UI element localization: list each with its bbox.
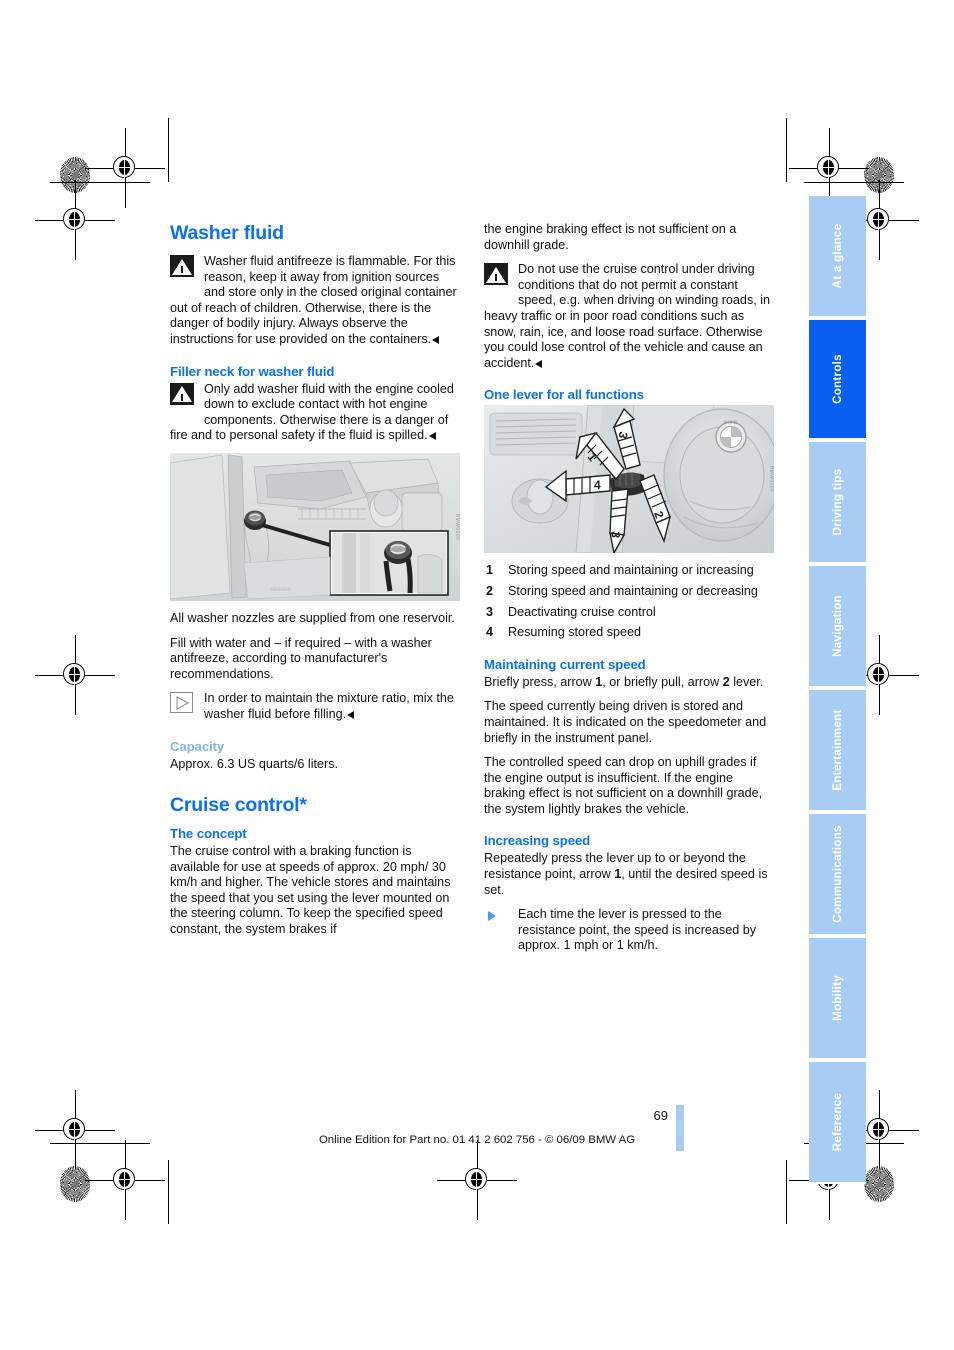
page-number: 69 [653, 1108, 668, 1123]
text-run: , or briefly pull, arrow [602, 674, 723, 689]
tab-reference[interactable]: Reference [809, 1062, 866, 1184]
note-end-marker [347, 710, 355, 719]
registration-rule-top-left [50, 182, 150, 183]
lever-legend-list: 1 Storing speed and maintaining or incre… [484, 563, 774, 640]
tab-label: Entertainment [831, 709, 844, 791]
warning-note-text: Do not use the cruise control under driv… [484, 262, 771, 370]
tab-at-a-glance[interactable]: At a glance [809, 196, 866, 318]
registration-rule-vert-left [168, 118, 169, 182]
warning-triangle-icon [170, 255, 194, 277]
registration-crosshair-upper-left [35, 180, 115, 260]
figure-engine-bay-filler-neck: 00000000 BMW0000 [170, 452, 460, 601]
note-end-marker [535, 359, 543, 368]
tab-label: Controls [831, 354, 844, 404]
warning-triangle-icon [484, 263, 508, 286]
registration-crosshair-bottom-left [85, 1140, 165, 1220]
heading-capacity: Capacity [170, 738, 225, 754]
increasing-speed-tip-list: Each time the lever is pressed to the re… [484, 907, 774, 954]
figure-cruise-control-lever: B M W 1 3 4 2 3 BMW0000 [484, 405, 774, 554]
tip-list-text: Each time the lever is pressed to the re… [518, 907, 757, 953]
paragraph-continuation: the engine braking effect is not suffici… [484, 222, 737, 252]
registration-rule-vert-right-bottom [786, 1160, 787, 1224]
registration-crosshair-mid-left [35, 635, 115, 715]
paragraph-capacity-value: Approx. 6.3 US quarts/6 liters. [170, 756, 338, 771]
page-title: Washer fluid [170, 222, 284, 244]
tab-mobility[interactable]: Mobility [809, 938, 866, 1060]
text-run: Briefly press, arrow [484, 674, 596, 689]
paragraph-maintaining-1: Briefly press, arrow 1, or briefly pull,… [484, 675, 774, 691]
tab-label: Driving tips [831, 468, 844, 536]
note-end-marker [432, 335, 440, 344]
legend-text: Storing speed and maintaining or increas… [508, 563, 754, 578]
tab-label: Navigation [831, 595, 844, 657]
figure-id-code: BMW0000 [767, 466, 774, 493]
legend-item: 3 Deactivating cruise control [484, 605, 774, 621]
triangle-bullet-icon [488, 911, 496, 922]
registration-rule-top-right [804, 182, 904, 183]
legend-number: 3 [486, 604, 494, 619]
svg-text:B M W: B M W [724, 420, 737, 425]
tip-triangle-icon [170, 692, 194, 714]
text-run: lever. [729, 674, 764, 689]
paragraph-increasing-1: Repeatedly press the lever up to or beyo… [484, 851, 774, 898]
registration-crosshair-bottom-center [437, 1140, 517, 1220]
warning-note-filler-neck: Only add washer fluid with the engine co… [170, 382, 460, 444]
footer-edition-note: Online Edition for Part no. 01 41 2 602 … [318, 1134, 636, 1146]
paragraph-fill: Fill with water and – if required – with… [170, 635, 432, 681]
right-text-column: the engine braking effect is not suffici… [484, 222, 774, 954]
legend-item: 2 Storing speed and maintaining or decre… [484, 584, 774, 600]
registration-star-bottom-right [864, 1166, 894, 1202]
legend-number: 4 [486, 625, 494, 640]
legend-text: Storing speed and maintaining or decreas… [508, 583, 758, 598]
figure-id-code: BMW0000 [453, 513, 460, 541]
tab-navigation[interactable]: Navigation [809, 566, 866, 688]
registration-star-bottom-left [60, 1166, 90, 1202]
arrow-ref-2: 2 [722, 674, 730, 689]
warning-note-text: Washer fluid antifreeze is flammable. Fo… [170, 254, 457, 346]
legend-text: Deactivating cruise control [508, 604, 656, 619]
heading-maintaining-speed: Maintaining current speed [484, 656, 646, 672]
warning-note-cruise-conditions: Do not use the cruise control under driv… [484, 262, 774, 371]
tab-label: At a glance [831, 223, 844, 289]
heading-filler-neck: Filler neck for washer fluid [170, 363, 335, 379]
tab-entertainment[interactable]: Entertainment [809, 690, 866, 812]
tip-list-item: Each time the lever is pressed to the re… [484, 907, 774, 954]
tab-controls[interactable]: Controls [809, 320, 866, 440]
heading-the-concept: The concept [170, 826, 247, 842]
manual-page: Washer fluid Washer fluid antifreeze is … [0, 0, 954, 1350]
paragraph-reservoir: All washer nozzles are supplied from one… [170, 610, 455, 625]
paragraph-concept: The cruise control with a braking functi… [170, 844, 451, 937]
heading-increasing-speed: Increasing speed [484, 833, 591, 849]
legend-item: 4 Resuming stored speed [484, 625, 774, 641]
registration-rule-vert-left-bottom [168, 1160, 169, 1224]
legend-text: Resuming stored speed [508, 625, 642, 640]
svg-text:4: 4 [594, 478, 601, 492]
legend-number: 2 [486, 583, 494, 598]
heading-one-lever: One lever for all functions [484, 387, 644, 403]
warning-triangle-icon [170, 382, 194, 405]
tab-driving-tips[interactable]: Driving tips [809, 442, 866, 564]
registration-star-top-right [864, 157, 894, 193]
tip-note-text: In order to maintain the mixture ratio, … [204, 691, 454, 721]
warning-note-washer-fluid: Washer fluid antifreeze is flammable. Fo… [170, 254, 460, 348]
chapter-tab-rail: At a glance Controls Driving tips Naviga… [809, 196, 866, 1184]
warning-note-text: Only add washer fluid with the engine co… [170, 381, 454, 443]
note-end-marker [428, 432, 436, 441]
paragraph-maintaining-3: The controlled speed can drop on uphill … [484, 755, 763, 816]
tip-note-mix-fluid: In order to maintain the mixture ratio, … [170, 691, 460, 722]
registration-crosshair-top-left [85, 128, 165, 208]
left-text-column: Washer fluid Washer fluid antifreeze is … [170, 222, 460, 938]
tab-label: Communications [831, 825, 844, 923]
svg-text:00000000: 00000000 [270, 587, 291, 592]
section-title-cruise-control: Cruise control* [170, 794, 307, 817]
registration-crosshair-lower-left [35, 1090, 115, 1170]
tab-label: Mobility [831, 975, 844, 1021]
legend-item: 1 Storing speed and maintaining or incre… [484, 563, 774, 579]
registration-rule-vert-right [786, 118, 787, 182]
paragraph-maintaining-2: The speed currently being driven is stor… [484, 699, 767, 745]
legend-number: 1 [486, 563, 494, 578]
tab-communications[interactable]: Communications [809, 814, 866, 936]
registration-star-top-left [60, 157, 90, 193]
